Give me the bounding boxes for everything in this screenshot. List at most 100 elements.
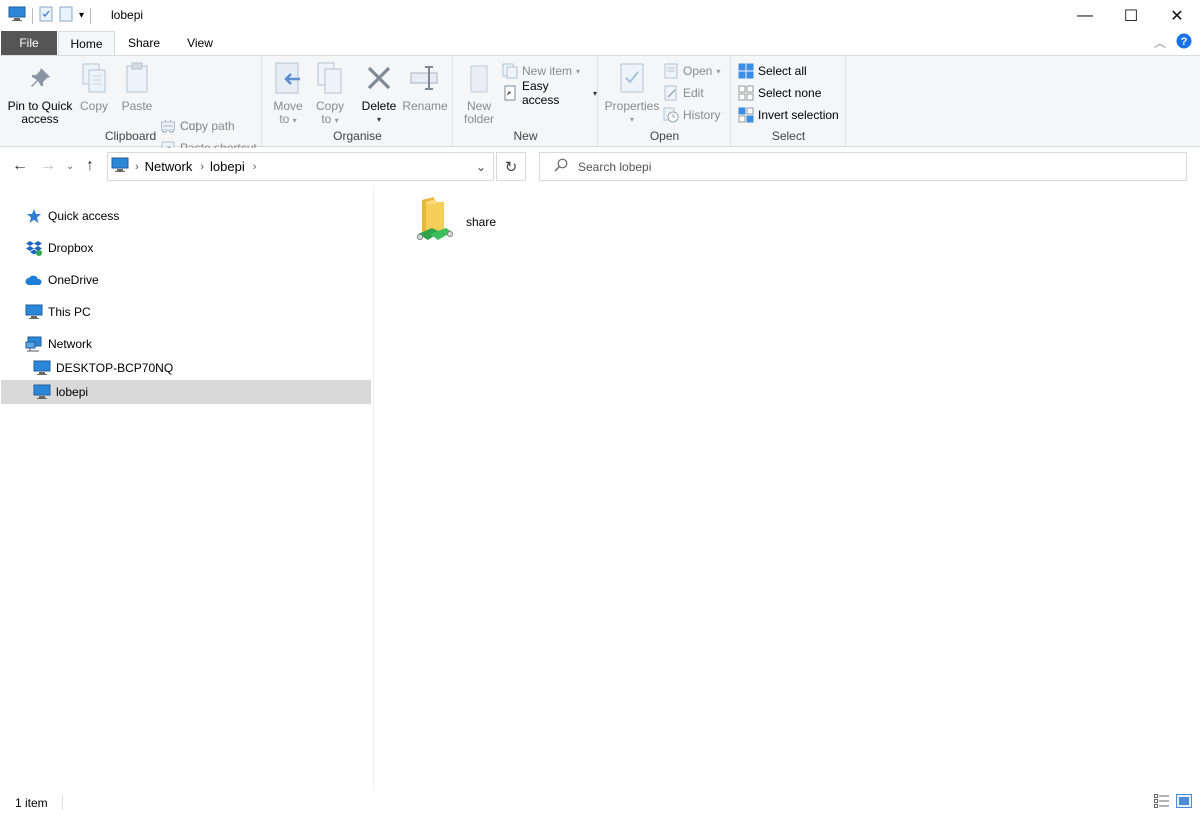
clipboard-group: Pin to Quick access Copy Paste Cut Copy …: [0, 56, 262, 156]
collapse-ribbon-icon[interactable]: ︿: [1154, 34, 1166, 51]
pin-to-quick-access-button[interactable]: Pin to Quick access: [5, 60, 75, 126]
item-count: 1 item: [15, 796, 48, 810]
tab-view[interactable]: View: [176, 31, 224, 55]
paste-label: Paste: [121, 99, 153, 113]
nav-item-this-pc[interactable]: This PC: [1, 300, 371, 324]
nav-item-onedrive[interactable]: OneDrive: [1, 268, 371, 292]
tab-file[interactable]: File: [1, 31, 57, 55]
nav-label: OneDrive: [48, 273, 99, 287]
nav-item-quick-access[interactable]: Quick access: [1, 204, 371, 228]
history-button[interactable]: History: [663, 105, 720, 125]
invert-selection-button[interactable]: Invert selection: [738, 105, 839, 125]
address-bar[interactable]: › Network › lobepi › ⌄: [107, 152, 494, 181]
breadcrumb-chevron-icon[interactable]: ›: [253, 161, 257, 173]
new-group-label: New: [513, 129, 538, 143]
organise-group-label: Organise: [333, 129, 382, 143]
new-folder-label-line2: folder: [463, 112, 495, 126]
nav-item-lobepi[interactable]: lobepi: [1, 380, 371, 404]
breadcrumb-chevron-icon[interactable]: ›: [135, 161, 139, 173]
new-folder-icon[interactable]: [59, 6, 73, 25]
tab-share[interactable]: Share: [120, 31, 168, 55]
title-bar: ▾ lobepi — ☐ ✕: [0, 0, 1200, 31]
properties-button[interactable]: Properties ▾: [603, 60, 661, 126]
breadcrumb-chevron-icon[interactable]: ›: [200, 161, 204, 173]
rename-button[interactable]: Rename: [401, 60, 449, 113]
nav-item-network[interactable]: Network: [1, 332, 371, 356]
copy-button[interactable]: Copy: [77, 60, 111, 113]
nav-label: Quick access: [48, 209, 120, 223]
select-none-icon: [738, 85, 754, 101]
back-arrow-icon[interactable]: ←: [12, 157, 28, 175]
select-all-label: Select all: [758, 64, 807, 78]
svg-text:?: ?: [1181, 36, 1188, 48]
refresh-icon: ↻: [504, 158, 518, 176]
customize-dropdown-icon[interactable]: ▾: [79, 10, 84, 21]
new-item-button[interactable]: New item ▾: [502, 61, 580, 81]
ribbon: Pin to Quick access Copy Paste Cut Copy …: [0, 55, 1200, 156]
easy-access-icon: [502, 85, 518, 101]
recent-locations-chevron-icon[interactable]: ⌄: [66, 161, 74, 172]
up-arrow-icon[interactable]: ↑: [86, 157, 94, 175]
list-item[interactable]: share: [410, 196, 520, 250]
select-group-label: Select: [771, 129, 806, 143]
nav-label: lobepi: [56, 385, 89, 399]
nav-label: Dropbox: [48, 241, 94, 255]
open-label: Open: [683, 64, 713, 78]
computer-icon: [33, 384, 51, 400]
search-input[interactable]: [578, 159, 1158, 174]
copy-to-button[interactable]: Copy to ▾: [313, 60, 347, 127]
select-none-label: Select none: [758, 86, 822, 100]
tab-home[interactable]: Home: [58, 31, 115, 55]
breadcrumb-network[interactable]: Network: [145, 159, 193, 174]
select-all-icon: [738, 63, 754, 79]
new-group: New folder New item ▾ Easy access ▾ New: [454, 56, 598, 146]
nav-item-dropbox[interactable]: Dropbox: [1, 236, 371, 260]
open-button[interactable]: Open ▾: [663, 61, 720, 81]
details-view-icon[interactable]: [1154, 794, 1170, 811]
forward-arrow-icon[interactable]: →: [40, 157, 56, 175]
star-icon: [25, 208, 43, 224]
delete-button[interactable]: Delete ▾: [359, 60, 399, 126]
nav-label: Network: [48, 337, 93, 351]
maximize-button[interactable]: ☐: [1108, 0, 1154, 31]
new-item-dropdown-icon: ▾: [576, 66, 581, 76]
nav-item-desktop-bcp70nq[interactable]: DESKTOP-BCP70NQ: [1, 356, 371, 380]
easy-access-button[interactable]: Easy access ▾: [502, 79, 597, 107]
close-button[interactable]: ✕: [1154, 0, 1200, 31]
open-icon: [663, 63, 679, 79]
new-item-icon: [502, 63, 518, 79]
select-none-button[interactable]: Select none: [738, 83, 821, 103]
paste-button[interactable]: Paste: [119, 60, 155, 113]
invert-selection-icon: [738, 107, 754, 123]
status-separator: [62, 796, 63, 810]
properties-icon[interactable]: [39, 6, 53, 25]
quick-access-toolbar: ▾: [8, 6, 92, 25]
easy-access-dropdown-icon: ▾: [592, 88, 597, 98]
breadcrumb-lobepi[interactable]: lobepi: [210, 159, 245, 174]
toolbar-separator: [32, 7, 33, 24]
computer-icon[interactable]: [8, 6, 26, 25]
delete-dropdown-icon[interactable]: ▾: [377, 113, 381, 126]
network-computer-icon: [111, 157, 129, 176]
open-dropdown-icon: ▾: [716, 66, 721, 76]
refresh-button[interactable]: ↻: [496, 152, 526, 181]
move-to-label-line2: to ▾: [279, 112, 297, 126]
computer-icon: [33, 360, 51, 376]
edit-button[interactable]: Edit: [663, 83, 704, 103]
open-group-label: Open: [649, 129, 680, 143]
nav-label: DESKTOP-BCP70NQ: [56, 361, 174, 375]
new-folder-button[interactable]: New folder: [460, 60, 498, 126]
large-icons-view-icon[interactable]: [1176, 794, 1192, 811]
select-all-button[interactable]: Select all: [738, 61, 807, 81]
minimize-button[interactable]: —: [1062, 0, 1108, 31]
select-group: Select all Select none Invert selection …: [732, 56, 846, 146]
paste-icon: [121, 60, 153, 96]
properties-icon: [616, 60, 648, 96]
invert-selection-label: Invert selection: [758, 108, 839, 122]
ribbon-controls: ︿ ?: [1154, 33, 1192, 52]
delete-x-icon: [363, 60, 395, 96]
move-to-button[interactable]: Move to ▾: [271, 60, 305, 127]
help-icon[interactable]: ?: [1176, 33, 1192, 52]
search-box[interactable]: [539, 152, 1187, 181]
address-history-dropdown-icon[interactable]: ⌄: [476, 160, 486, 174]
